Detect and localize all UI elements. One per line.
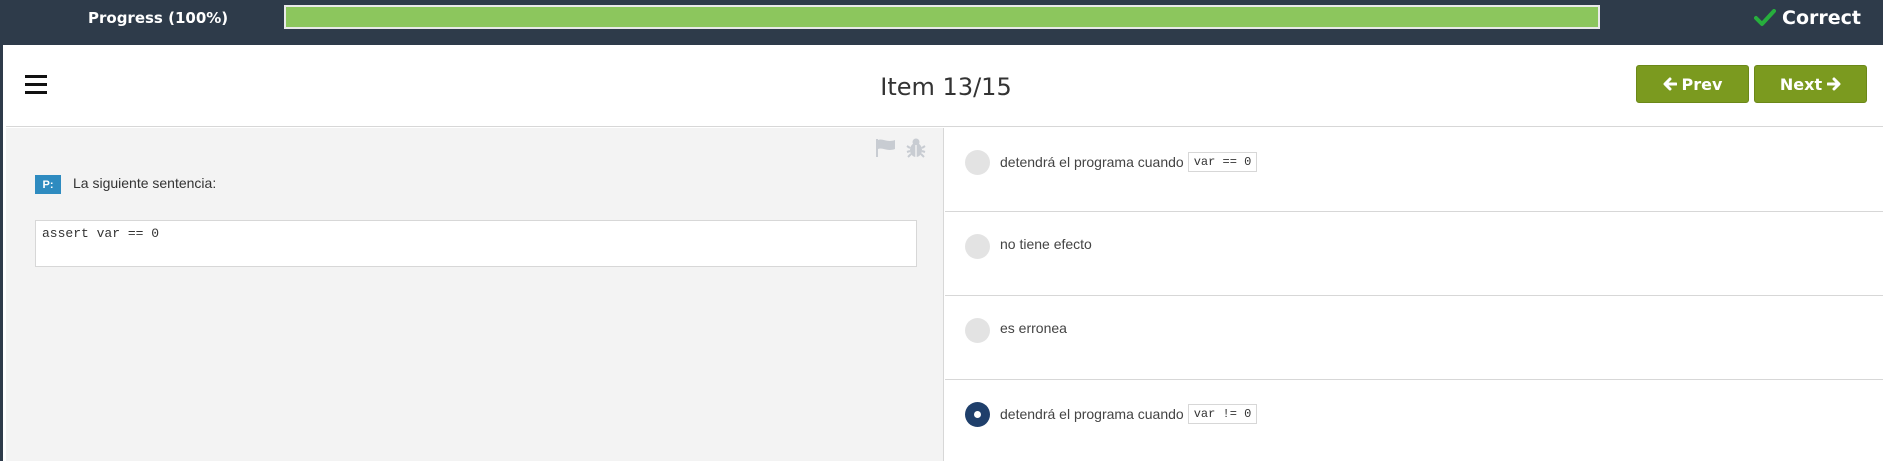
question-pane: P: La siguiente sentencia: assert var ==… bbox=[6, 128, 944, 461]
item-title: Item 13/15 bbox=[880, 73, 1012, 101]
quiz-frame: Item 13/15 Prev Next P: La siguiente sen… bbox=[0, 45, 1883, 461]
prev-button[interactable]: Prev bbox=[1636, 65, 1749, 103]
top-bar: Progress (100%) Correct bbox=[0, 0, 1883, 45]
answer-option-label: es erronea bbox=[1000, 320, 1067, 336]
answer-option-text: detendrá el programa cuando bbox=[1000, 406, 1184, 422]
arrow-right-icon bbox=[1827, 77, 1841, 91]
question-badge: P: bbox=[35, 175, 61, 194]
flag-icon[interactable] bbox=[875, 138, 897, 158]
answer-option-text: no tiene efecto bbox=[1000, 236, 1092, 252]
answer-option-label: detendrá el programa cuando var == 0 bbox=[1000, 152, 1258, 172]
radio-button[interactable] bbox=[965, 318, 990, 343]
answer-option-selected[interactable]: detendrá el programa cuando var != 0 bbox=[945, 380, 1883, 461]
answer-option[interactable]: es erronea bbox=[945, 296, 1883, 380]
progress-bar bbox=[284, 5, 1600, 29]
radio-button[interactable] bbox=[965, 150, 990, 175]
answer-option-code: var == 0 bbox=[1187, 152, 1258, 172]
progress-label: Progress (100%) bbox=[88, 9, 229, 27]
answer-options: detendrá el programa cuando var == 0 no … bbox=[945, 128, 1883, 461]
item-header: Item 13/15 Prev Next bbox=[6, 45, 1883, 127]
next-button-label: Next bbox=[1779, 74, 1823, 94]
radio-button[interactable] bbox=[965, 234, 990, 259]
radio-button-selected[interactable] bbox=[965, 402, 990, 427]
question-code: assert var == 0 bbox=[35, 220, 917, 267]
answer-option[interactable]: detendrá el programa cuando var == 0 bbox=[945, 128, 1883, 212]
progress-bar-fill bbox=[286, 7, 1598, 27]
answer-option-label: detendrá el programa cuando var != 0 bbox=[1000, 404, 1258, 424]
status-label: Correct bbox=[1782, 7, 1861, 29]
prev-button-label: Prev bbox=[1681, 74, 1723, 94]
answer-option-code: var != 0 bbox=[1187, 404, 1258, 424]
status-correct: Correct bbox=[1754, 7, 1861, 29]
bug-icon[interactable] bbox=[906, 137, 926, 159]
arrow-left-icon bbox=[1663, 77, 1677, 91]
answer-option-label: no tiene efecto bbox=[1000, 236, 1092, 252]
question-text: La siguiente sentencia: bbox=[73, 175, 217, 191]
answer-option[interactable]: no tiene efecto bbox=[945, 212, 1883, 296]
answer-option-text: es erronea bbox=[1000, 320, 1067, 336]
next-button[interactable]: Next bbox=[1754, 65, 1867, 103]
check-icon bbox=[1754, 9, 1777, 26]
answer-option-text: detendrá el programa cuando bbox=[1000, 154, 1184, 170]
